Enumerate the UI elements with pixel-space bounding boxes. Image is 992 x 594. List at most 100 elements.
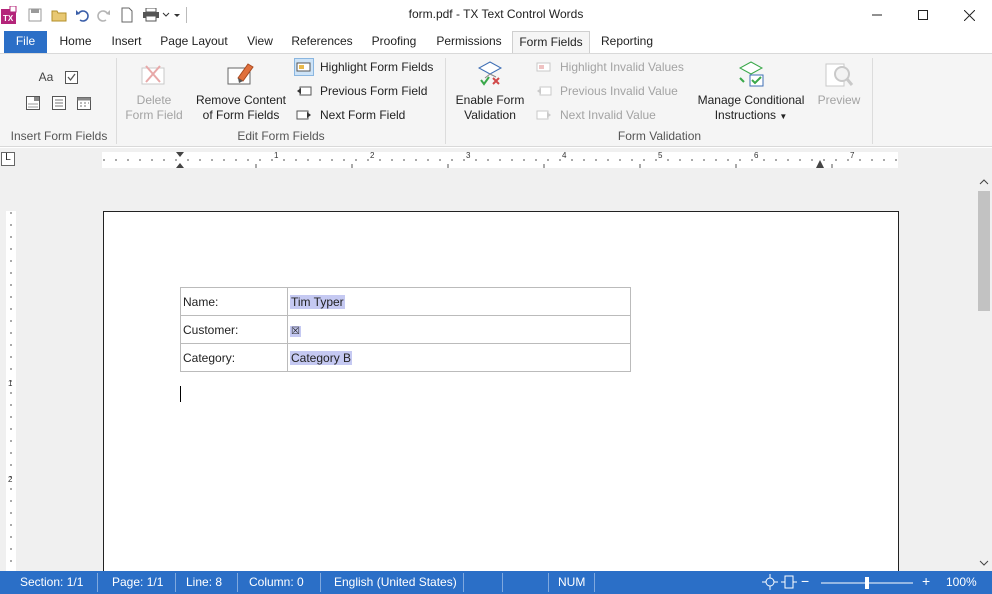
fit-page-icon[interactable] [762,574,778,593]
document-page[interactable]: Name: Tim Typer Customer: ☒ Category: Ca… [103,211,899,571]
edit-form-fields-group-label: Edit Form Fields [237,129,325,143]
remove-content-icon[interactable] [225,58,257,90]
checkbox-form-field-icon[interactable] [62,69,80,85]
previous-invalid-value-button: Previous Invalid Value [534,81,678,101]
zoom-out-button[interactable]: − [801,573,809,589]
highlight-invalid-values-label: Highlight Invalid Values [560,60,684,74]
tab-file[interactable]: File [4,31,47,53]
highlight-form-fields-button[interactable]: Highlight Form Fields [294,57,433,77]
zoom-slider-thumb[interactable] [865,577,869,589]
scroll-up-icon[interactable] [976,175,992,189]
ruler-area: L 1 2 3 4 5 6 7 [0,148,992,173]
status-separator [320,573,321,592]
status-separator [502,573,503,592]
text-form-field-button[interactable]: Aa [37,69,55,85]
scrollbar-thumb[interactable] [978,191,990,311]
tab-proofing[interactable]: Proofing [364,31,424,53]
delete-form-field-button: Delete Form Field [118,93,190,123]
enable-form-validation-label-line2: Validation [464,108,516,122]
tab-reporting[interactable]: Reporting [595,31,659,53]
name-label: Name: [180,287,288,316]
manage-conditional-instructions-icon[interactable] [735,58,767,90]
horizontal-ruler[interactable]: 1 2 3 4 5 6 7 [102,152,898,168]
group-separator [872,58,873,144]
minimize-button[interactable] [854,0,900,30]
status-separator [175,573,176,592]
enable-form-validation-button[interactable]: Enable Form Validation [450,93,530,123]
combo-box-form-field-icon[interactable] [24,95,42,111]
form-table: Name: Tim Typer Customer: ☒ Category: Ca… [180,287,631,372]
tab-home[interactable]: Home [53,31,98,53]
status-separator [463,573,464,592]
vertical-scrollbar[interactable] [976,173,992,571]
status-num-lock: NUM [558,575,586,589]
zoom-level[interactable]: 100% [946,575,977,589]
previous-form-field-label: Previous Form Field [320,84,428,98]
tab-insert[interactable]: Insert [105,31,148,53]
status-separator [237,573,238,592]
next-form-field-icon [294,106,314,124]
customer-label: Customer: [180,315,288,344]
close-button[interactable] [946,0,992,30]
preview-button: Preview [817,93,861,107]
tab-page-layout[interactable]: Page Layout [155,31,233,53]
tab-stop-selector[interactable]: L [1,152,15,166]
manage-conditional-instructions-label-line2: Instructions ▼ [692,108,810,124]
document-area[interactable]: 12 Name: Tim Typer Customer: ☒ Category:… [0,173,976,571]
delete-form-field-label-line1: Delete [136,93,172,107]
scroll-down-icon[interactable] [976,556,992,570]
next-form-field-label: Next Form Field [320,108,406,122]
customer-checkbox-form-field[interactable]: ☒ [290,325,301,337]
name-form-field[interactable]: Tim Typer [290,294,345,309]
next-form-field-button[interactable]: Next Form Field [294,105,405,125]
category-label: Category: [180,343,288,372]
dropdown-form-field-icon[interactable] [50,95,68,111]
tab-form-fields[interactable]: Form Fields [512,31,590,54]
status-column: Column: 0 [249,575,304,589]
highlight-form-fields-label: Highlight Form Fields [320,60,434,74]
ruler-number: 7 [850,152,855,160]
insert-form-fields-group-label: Insert Form Fields [10,129,108,143]
tab-permissions[interactable]: Permissions [431,31,507,53]
remove-content-label-line2: of Form Fields [202,108,280,122]
status-language[interactable]: English (United States) [334,575,457,589]
customer-cell: ☒ [287,315,631,344]
date-form-field-icon[interactable] [75,95,93,111]
previous-form-field-button[interactable]: Previous Form Field [294,81,427,101]
zoom-slider[interactable] [821,576,913,590]
previous-invalid-value-label: Previous Invalid Value [560,84,678,98]
remove-content-button[interactable]: Remove Content of Form Fields [192,93,290,123]
delete-form-field-label-line2: Form Field [125,108,183,122]
remove-content-label-line1: Remove Content [195,93,287,107]
ruler-number: 4 [562,152,567,160]
previous-form-field-icon [294,82,314,100]
tab-references[interactable]: References [288,31,356,53]
preview-icon [823,60,855,90]
text-caret [180,386,181,402]
table-row: Name: Tim Typer [180,287,631,316]
maximize-button[interactable] [900,0,946,30]
manage-conditional-instructions-button[interactable]: Manage Conditional Instructions ▼ [692,93,810,124]
window-title: form.pdf - TX Text Control Words [408,7,584,21]
vertical-ruler[interactable]: 12 [0,173,22,571]
fit-width-icon[interactable] [781,574,797,593]
next-invalid-value-button: Next Invalid Value [534,105,656,125]
group-separator [116,58,117,144]
ruler-number: 2 [8,475,13,484]
category-form-field[interactable]: Category B [290,350,353,365]
manage-conditional-instructions-label-text: Instructions [714,108,777,122]
ruler-number: 3 [466,152,471,160]
highlight-form-fields-icon [294,58,314,76]
ruler-number: 6 [754,152,759,160]
ruler-number: 1 [8,379,13,388]
category-cell: Category B [287,343,631,372]
table-row: Category: Category B [180,343,631,372]
dropdown-arrow-icon: ▼ [779,112,788,121]
enable-form-validation-icon[interactable] [474,58,506,90]
zoom-in-button[interactable]: + [922,573,930,589]
tab-view[interactable]: View [240,31,280,53]
status-bar: Section: 1/1 Page: 1/1 Line: 8 Column: 0… [0,571,992,594]
status-section: Section: 1/1 [20,575,84,589]
form-validation-group-label: Form Validation [617,129,702,143]
highlight-invalid-values-button: Highlight Invalid Values [534,57,684,77]
